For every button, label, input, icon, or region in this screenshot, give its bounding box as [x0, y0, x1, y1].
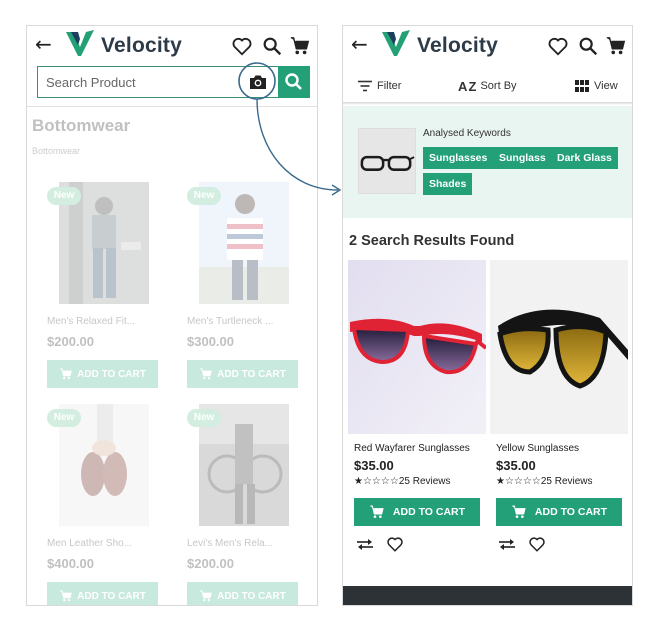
- add-to-cart-label: ADD TO CART: [217, 368, 286, 380]
- new-badge: New: [187, 187, 221, 205]
- add-to-cart-button[interactable]: ADD TO CART: [496, 498, 622, 526]
- filter-sort-toolbar: Filter A Z Sort By View: [343, 74, 632, 100]
- product-price: $200.00: [187, 556, 234, 571]
- toolbar-shadow: [343, 102, 632, 105]
- add-to-cart-button[interactable]: ADD TO CART: [187, 360, 298, 388]
- view-button[interactable]: View: [575, 74, 618, 98]
- keyword-chip[interactable]: Sunglass: [493, 147, 552, 169]
- new-badge: New: [47, 409, 81, 427]
- product-price: $400.00: [47, 556, 94, 571]
- add-to-cart-label: ADD TO CART: [77, 368, 146, 380]
- results-count-heading: 2 Search Results Found: [349, 233, 515, 249]
- add-to-cart-button[interactable]: ADD TO CART: [47, 360, 158, 388]
- add-to-cart-button[interactable]: ADD TO CART: [187, 582, 298, 605]
- camera-icon[interactable]: [246, 70, 270, 94]
- product-name[interactable]: Men's Turtleneck ...: [187, 316, 273, 327]
- sort-label: Sort By: [480, 80, 517, 92]
- analysed-keywords-panel: Analysed Keywords Sunglasses Sunglass Da…: [343, 106, 632, 218]
- top-app-bar: ← Velocity: [343, 26, 632, 66]
- analysed-keywords-label: Analysed Keywords: [423, 128, 511, 139]
- category-title: Bottomwear: [32, 116, 131, 135]
- wishlist-heart-icon[interactable]: [386, 535, 404, 553]
- review-count: 25 Reviews: [540, 476, 593, 487]
- review-count: 25 Reviews: [398, 476, 451, 487]
- cart-icon: [200, 368, 212, 380]
- compare-icon[interactable]: [498, 536, 516, 552]
- compare-icon[interactable]: [356, 536, 374, 552]
- cart-icon: [60, 590, 72, 602]
- search-icon[interactable]: [577, 35, 599, 57]
- product-name[interactable]: Levi's Men's Rela...: [187, 538, 273, 549]
- product-image: [348, 260, 486, 434]
- cart-icon: [60, 368, 72, 380]
- product-name[interactable]: Red Wayfarer Sunglasses: [354, 443, 470, 454]
- brand-name: Velocity: [417, 34, 498, 57]
- search-input[interactable]: [38, 67, 238, 97]
- filter-label: Filter: [377, 80, 402, 92]
- heart-icon[interactable]: [547, 35, 569, 57]
- cart-icon: [200, 590, 212, 602]
- breadcrumb: Bottomwear: [32, 146, 81, 156]
- new-badge: New: [47, 187, 81, 205]
- add-to-cart-label: ADD TO CART: [77, 590, 146, 602]
- flow-arrowhead: [331, 184, 342, 196]
- search-button[interactable]: [278, 66, 310, 98]
- bottom-bar: [343, 586, 632, 605]
- back-arrow-icon[interactable]: ←: [351, 34, 368, 54]
- search-icon: [285, 73, 302, 90]
- divider: [27, 106, 317, 107]
- star-rating-icons: ★☆☆☆☆: [354, 476, 399, 487]
- filter-button[interactable]: Filter: [358, 74, 401, 98]
- cart-icon[interactable]: [605, 35, 627, 57]
- keyword-chip[interactable]: Shades: [423, 173, 473, 195]
- wishlist-heart-icon[interactable]: [528, 535, 546, 553]
- add-to-cart-label: ADD TO CART: [392, 506, 466, 518]
- top-app-bar: ← Velocity: [27, 26, 317, 66]
- keyword-chip[interactable]: Sunglasses: [423, 147, 494, 169]
- search-bar: [37, 66, 310, 98]
- sort-button[interactable]: A Z Sort By: [458, 74, 517, 98]
- filter-icon: [358, 80, 372, 92]
- add-to-cart-label: ADD TO CART: [534, 506, 608, 518]
- product-price: $35.00: [354, 458, 394, 473]
- velocity-logo: [382, 30, 410, 56]
- cart-icon[interactable]: [289, 35, 311, 57]
- back-arrow-icon[interactable]: ←: [35, 34, 52, 54]
- search-icon[interactable]: [261, 35, 283, 57]
- product-name[interactable]: Men's Relaxed Fit...: [47, 316, 135, 327]
- add-to-cart-button[interactable]: ADD TO CART: [47, 582, 158, 605]
- heart-icon[interactable]: [231, 35, 253, 57]
- keyword-chip[interactable]: Dark Glass: [551, 147, 618, 169]
- rating-stars: ★☆☆☆☆25 Reviews: [354, 476, 451, 487]
- new-badge: New: [187, 409, 221, 427]
- rating-stars: ★☆☆☆☆25 Reviews: [496, 476, 593, 487]
- view-label: View: [594, 80, 618, 92]
- cart-icon: [512, 505, 526, 518]
- product-image: [490, 260, 628, 434]
- grid-view-icon: [575, 80, 589, 92]
- cart-icon: [370, 505, 384, 518]
- product-name[interactable]: Men Leather Sho...: [47, 538, 132, 549]
- brand-name: Velocity: [101, 34, 182, 57]
- product-price: $200.00: [47, 334, 94, 349]
- velocity-logo: [66, 30, 94, 56]
- sort-az-icon: A Z: [458, 78, 476, 94]
- product-price: $300.00: [187, 334, 234, 349]
- product-name[interactable]: Yellow Sunglasses: [496, 443, 579, 454]
- results-screen: ← Velocity Filter A Z Sort By View Analy…: [342, 25, 633, 606]
- search-screen: ← Velocity Search Product Bottomwear Bot…: [26, 25, 318, 606]
- product-price: $35.00: [496, 458, 536, 473]
- add-to-cart-label: ADD TO CART: [217, 590, 286, 602]
- add-to-cart-button[interactable]: ADD TO CART: [354, 498, 480, 526]
- star-rating-icons: ★☆☆☆☆: [496, 476, 541, 487]
- query-image-thumbnail: [358, 128, 416, 194]
